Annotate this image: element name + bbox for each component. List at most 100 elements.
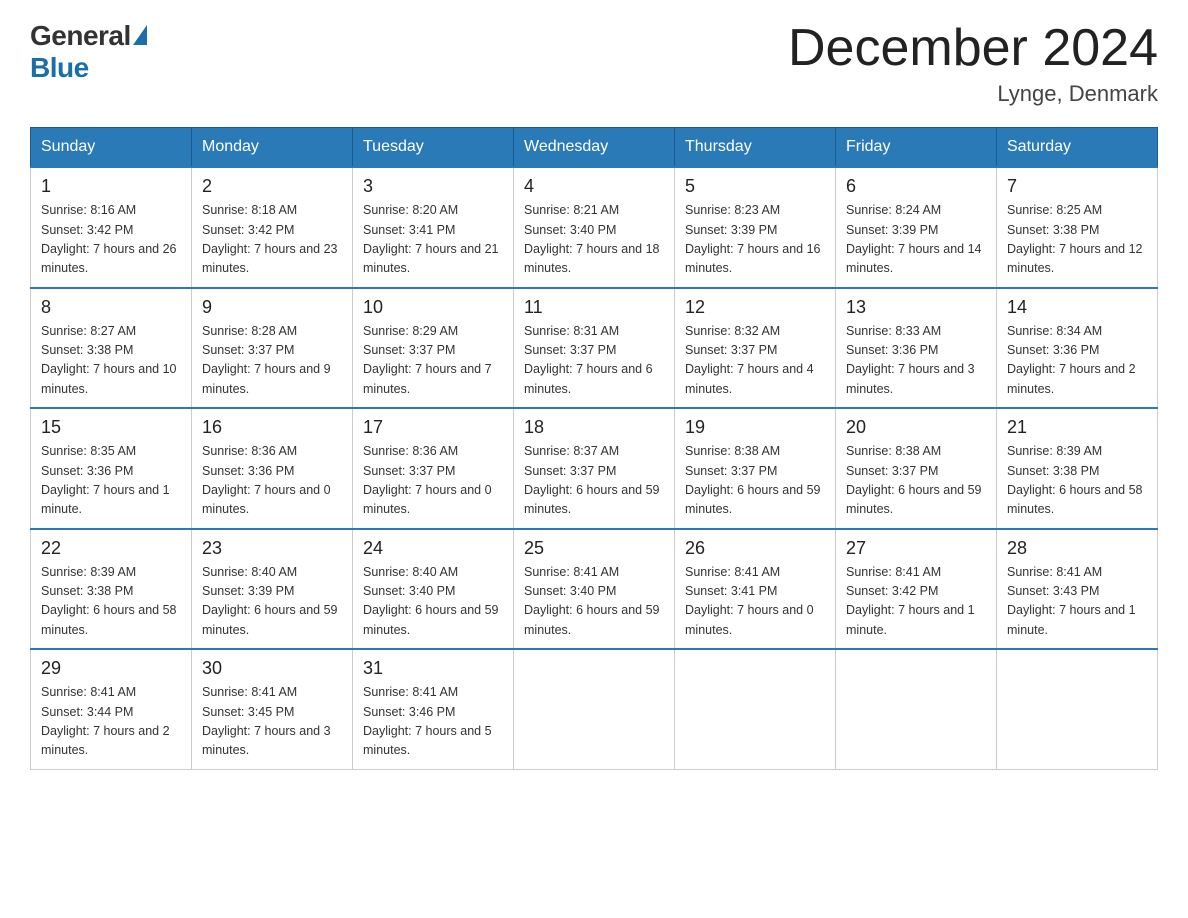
- logo-general: General: [30, 20, 131, 52]
- day-cell: 15 Sunrise: 8:35 AMSunset: 3:36 PMDaylig…: [31, 408, 192, 529]
- day-number: 25: [524, 538, 664, 559]
- day-cell: 24 Sunrise: 8:40 AMSunset: 3:40 PMDaylig…: [353, 529, 514, 650]
- calendar-title: December 2024: [788, 20, 1158, 77]
- day-number: 11: [524, 297, 664, 318]
- day-number: 7: [1007, 176, 1147, 197]
- day-info: Sunrise: 8:36 AMSunset: 3:36 PMDaylight:…: [202, 442, 342, 520]
- day-info: Sunrise: 8:40 AMSunset: 3:40 PMDaylight:…: [363, 563, 503, 641]
- day-cell: 23 Sunrise: 8:40 AMSunset: 3:39 PMDaylig…: [192, 529, 353, 650]
- page-header: General Blue December 2024 Lynge, Denmar…: [30, 20, 1158, 107]
- day-number: 2: [202, 176, 342, 197]
- day-cell: 22 Sunrise: 8:39 AMSunset: 3:38 PMDaylig…: [31, 529, 192, 650]
- day-cell: 8 Sunrise: 8:27 AMSunset: 3:38 PMDayligh…: [31, 288, 192, 409]
- day-number: 19: [685, 417, 825, 438]
- title-section: December 2024 Lynge, Denmark: [788, 20, 1158, 107]
- day-info: Sunrise: 8:29 AMSunset: 3:37 PMDaylight:…: [363, 322, 503, 400]
- day-info: Sunrise: 8:37 AMSunset: 3:37 PMDaylight:…: [524, 442, 664, 520]
- day-cell: 9 Sunrise: 8:28 AMSunset: 3:37 PMDayligh…: [192, 288, 353, 409]
- day-cell: 10 Sunrise: 8:29 AMSunset: 3:37 PMDaylig…: [353, 288, 514, 409]
- day-info: Sunrise: 8:41 AMSunset: 3:41 PMDaylight:…: [685, 563, 825, 641]
- day-cell: 29 Sunrise: 8:41 AMSunset: 3:44 PMDaylig…: [31, 649, 192, 769]
- day-cell: 3 Sunrise: 8:20 AMSunset: 3:41 PMDayligh…: [353, 167, 514, 288]
- header-wednesday: Wednesday: [514, 128, 675, 168]
- calendar-table: SundayMondayTuesdayWednesdayThursdayFrid…: [30, 127, 1158, 770]
- day-cell: 6 Sunrise: 8:24 AMSunset: 3:39 PMDayligh…: [836, 167, 997, 288]
- day-number: 17: [363, 417, 503, 438]
- day-cell: [675, 649, 836, 769]
- day-cell: 19 Sunrise: 8:38 AMSunset: 3:37 PMDaylig…: [675, 408, 836, 529]
- day-cell: 5 Sunrise: 8:23 AMSunset: 3:39 PMDayligh…: [675, 167, 836, 288]
- day-number: 27: [846, 538, 986, 559]
- week-row-1: 1 Sunrise: 8:16 AMSunset: 3:42 PMDayligh…: [31, 167, 1158, 288]
- day-cell: 12 Sunrise: 8:32 AMSunset: 3:37 PMDaylig…: [675, 288, 836, 409]
- day-cell: [997, 649, 1158, 769]
- day-info: Sunrise: 8:32 AMSunset: 3:37 PMDaylight:…: [685, 322, 825, 400]
- day-number: 1: [41, 176, 181, 197]
- day-number: 8: [41, 297, 181, 318]
- day-info: Sunrise: 8:25 AMSunset: 3:38 PMDaylight:…: [1007, 201, 1147, 279]
- day-cell: 7 Sunrise: 8:25 AMSunset: 3:38 PMDayligh…: [997, 167, 1158, 288]
- day-number: 6: [846, 176, 986, 197]
- day-info: Sunrise: 8:38 AMSunset: 3:37 PMDaylight:…: [685, 442, 825, 520]
- day-number: 16: [202, 417, 342, 438]
- day-info: Sunrise: 8:20 AMSunset: 3:41 PMDaylight:…: [363, 201, 503, 279]
- day-info: Sunrise: 8:16 AMSunset: 3:42 PMDaylight:…: [41, 201, 181, 279]
- logo: General Blue: [30, 20, 147, 84]
- day-cell: 31 Sunrise: 8:41 AMSunset: 3:46 PMDaylig…: [353, 649, 514, 769]
- header-row: SundayMondayTuesdayWednesdayThursdayFrid…: [31, 128, 1158, 168]
- header-saturday: Saturday: [997, 128, 1158, 168]
- day-info: Sunrise: 8:40 AMSunset: 3:39 PMDaylight:…: [202, 563, 342, 641]
- day-number: 3: [363, 176, 503, 197]
- day-number: 21: [1007, 417, 1147, 438]
- day-number: 12: [685, 297, 825, 318]
- header-friday: Friday: [836, 128, 997, 168]
- day-info: Sunrise: 8:41 AMSunset: 3:42 PMDaylight:…: [846, 563, 986, 641]
- header-sunday: Sunday: [31, 128, 192, 168]
- day-number: 22: [41, 538, 181, 559]
- day-info: Sunrise: 8:24 AMSunset: 3:39 PMDaylight:…: [846, 201, 986, 279]
- day-number: 10: [363, 297, 503, 318]
- week-row-4: 22 Sunrise: 8:39 AMSunset: 3:38 PMDaylig…: [31, 529, 1158, 650]
- day-number: 23: [202, 538, 342, 559]
- day-info: Sunrise: 8:39 AMSunset: 3:38 PMDaylight:…: [41, 563, 181, 641]
- day-info: Sunrise: 8:31 AMSunset: 3:37 PMDaylight:…: [524, 322, 664, 400]
- day-cell: 11 Sunrise: 8:31 AMSunset: 3:37 PMDaylig…: [514, 288, 675, 409]
- calendar-subtitle: Lynge, Denmark: [788, 81, 1158, 107]
- logo-blue: Blue: [30, 52, 89, 84]
- day-cell: 21 Sunrise: 8:39 AMSunset: 3:38 PMDaylig…: [997, 408, 1158, 529]
- day-number: 18: [524, 417, 664, 438]
- day-cell: 30 Sunrise: 8:41 AMSunset: 3:45 PMDaylig…: [192, 649, 353, 769]
- day-cell: 25 Sunrise: 8:41 AMSunset: 3:40 PMDaylig…: [514, 529, 675, 650]
- day-cell: 17 Sunrise: 8:36 AMSunset: 3:37 PMDaylig…: [353, 408, 514, 529]
- logo-triangle-icon: [133, 25, 147, 45]
- header-thursday: Thursday: [675, 128, 836, 168]
- day-number: 20: [846, 417, 986, 438]
- week-row-3: 15 Sunrise: 8:35 AMSunset: 3:36 PMDaylig…: [31, 408, 1158, 529]
- header-monday: Monday: [192, 128, 353, 168]
- day-number: 26: [685, 538, 825, 559]
- day-number: 30: [202, 658, 342, 679]
- day-number: 9: [202, 297, 342, 318]
- day-info: Sunrise: 8:33 AMSunset: 3:36 PMDaylight:…: [846, 322, 986, 400]
- day-info: Sunrise: 8:36 AMSunset: 3:37 PMDaylight:…: [363, 442, 503, 520]
- day-info: Sunrise: 8:28 AMSunset: 3:37 PMDaylight:…: [202, 322, 342, 400]
- day-number: 13: [846, 297, 986, 318]
- day-cell: 18 Sunrise: 8:37 AMSunset: 3:37 PMDaylig…: [514, 408, 675, 529]
- day-info: Sunrise: 8:41 AMSunset: 3:40 PMDaylight:…: [524, 563, 664, 641]
- day-cell: 1 Sunrise: 8:16 AMSunset: 3:42 PMDayligh…: [31, 167, 192, 288]
- day-cell: 13 Sunrise: 8:33 AMSunset: 3:36 PMDaylig…: [836, 288, 997, 409]
- day-number: 31: [363, 658, 503, 679]
- day-info: Sunrise: 8:34 AMSunset: 3:36 PMDaylight:…: [1007, 322, 1147, 400]
- day-info: Sunrise: 8:18 AMSunset: 3:42 PMDaylight:…: [202, 201, 342, 279]
- day-number: 28: [1007, 538, 1147, 559]
- day-info: Sunrise: 8:23 AMSunset: 3:39 PMDaylight:…: [685, 201, 825, 279]
- day-cell: [836, 649, 997, 769]
- day-info: Sunrise: 8:39 AMSunset: 3:38 PMDaylight:…: [1007, 442, 1147, 520]
- day-number: 4: [524, 176, 664, 197]
- day-info: Sunrise: 8:41 AMSunset: 3:44 PMDaylight:…: [41, 683, 181, 761]
- day-number: 29: [41, 658, 181, 679]
- day-cell: 20 Sunrise: 8:38 AMSunset: 3:37 PMDaylig…: [836, 408, 997, 529]
- day-number: 24: [363, 538, 503, 559]
- day-number: 15: [41, 417, 181, 438]
- day-info: Sunrise: 8:27 AMSunset: 3:38 PMDaylight:…: [41, 322, 181, 400]
